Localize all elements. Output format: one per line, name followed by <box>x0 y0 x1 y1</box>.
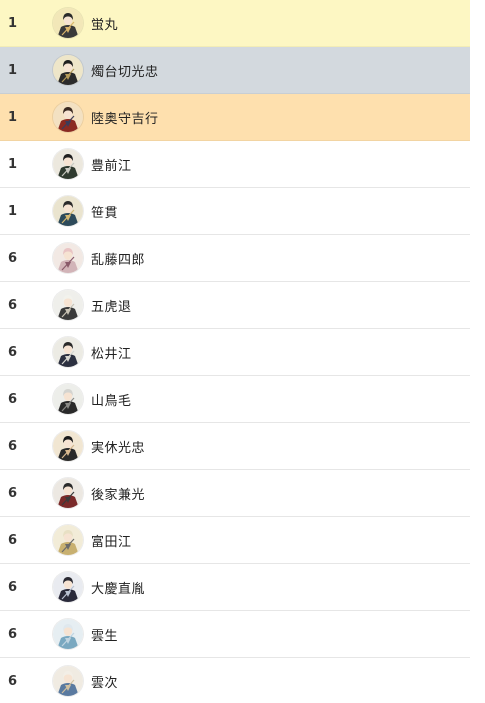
rank-number: 1 <box>8 15 18 31</box>
ranking-row[interactable]: 6 乱藤四郎 <box>0 235 470 282</box>
ranking-list: 1 蛍丸 1 燭台切光忠 1 陸奥守吉行 1 豊前江 1 笹貫 6 乱藤四郎 6… <box>0 0 470 703</box>
character-avatar <box>53 196 83 226</box>
portrait-illustration <box>53 149 83 179</box>
ranking-row[interactable]: 6 五虎退 <box>0 282 470 329</box>
ranking-row[interactable]: 1 蛍丸 <box>0 0 470 47</box>
rank-number: 6 <box>8 579 18 595</box>
character-avatar <box>53 8 83 38</box>
character-name: 雲次 <box>91 675 119 691</box>
portrait-illustration <box>53 619 83 649</box>
ranking-row[interactable]: 6 大慶直胤 <box>0 564 470 611</box>
ranking-row[interactable]: 6 雲次 <box>0 658 470 703</box>
character-avatar <box>53 431 83 461</box>
rank-number: 6 <box>8 673 18 689</box>
character-name: 山鳥毛 <box>91 393 132 409</box>
rank-number: 6 <box>8 626 18 642</box>
ranking-row[interactable]: 6 富田江 <box>0 517 470 564</box>
ranking-row[interactable]: 1 豊前江 <box>0 141 470 188</box>
character-name: 蛍丸 <box>91 17 119 33</box>
portrait-illustration <box>53 243 83 273</box>
character-name: 燭台切光忠 <box>91 64 159 80</box>
character-avatar <box>53 666 83 696</box>
character-avatar <box>53 290 83 320</box>
ranking-row[interactable]: 6 実休光忠 <box>0 423 470 470</box>
rank-number: 1 <box>8 62 18 78</box>
ranking-row[interactable]: 6 雲生 <box>0 611 470 658</box>
character-name: 陸奥守吉行 <box>91 111 159 127</box>
portrait-illustration <box>53 196 83 226</box>
character-name: 豊前江 <box>91 158 132 174</box>
portrait-illustration <box>53 525 83 555</box>
ranking-row[interactable]: 1 燭台切光忠 <box>0 47 470 94</box>
character-name: 後家兼光 <box>91 487 146 503</box>
character-avatar <box>53 478 83 508</box>
character-avatar <box>53 102 83 132</box>
character-name: 笹貫 <box>91 205 119 221</box>
portrait-illustration <box>53 478 83 508</box>
character-name: 富田江 <box>91 534 132 550</box>
character-avatar <box>53 525 83 555</box>
character-avatar <box>53 55 83 85</box>
ranking-row[interactable]: 6 松井江 <box>0 329 470 376</box>
ranking-row[interactable]: 6 山鳥毛 <box>0 376 470 423</box>
character-avatar <box>53 619 83 649</box>
rank-number: 1 <box>8 109 18 125</box>
rank-number: 6 <box>8 391 18 407</box>
rank-number: 1 <box>8 203 18 219</box>
character-avatar <box>53 337 83 367</box>
rank-number: 6 <box>8 250 18 266</box>
rank-number: 6 <box>8 344 18 360</box>
rank-number: 6 <box>8 532 18 548</box>
character-name: 五虎退 <box>91 299 132 315</box>
rank-number: 1 <box>8 156 18 172</box>
rank-number: 6 <box>8 485 18 501</box>
portrait-illustration <box>53 666 83 696</box>
portrait-illustration <box>53 384 83 414</box>
character-avatar <box>53 243 83 273</box>
rank-number: 6 <box>8 297 18 313</box>
character-name: 実休光忠 <box>91 440 146 456</box>
character-name: 乱藤四郎 <box>91 252 146 268</box>
ranking-row[interactable]: 1 笹貫 <box>0 188 470 235</box>
character-name: 大慶直胤 <box>91 581 146 597</box>
portrait-illustration <box>53 572 83 602</box>
character-avatar <box>53 149 83 179</box>
portrait-illustration <box>53 290 83 320</box>
character-name: 松井江 <box>91 346 132 362</box>
ranking-row[interactable]: 1 陸奥守吉行 <box>0 94 470 141</box>
portrait-illustration <box>53 55 83 85</box>
portrait-illustration <box>53 337 83 367</box>
character-avatar <box>53 572 83 602</box>
portrait-illustration <box>53 102 83 132</box>
character-name: 雲生 <box>91 628 119 644</box>
rank-number: 6 <box>8 438 18 454</box>
ranking-row[interactable]: 6 後家兼光 <box>0 470 470 517</box>
character-avatar <box>53 384 83 414</box>
portrait-illustration <box>53 431 83 461</box>
portrait-illustration <box>53 8 83 38</box>
